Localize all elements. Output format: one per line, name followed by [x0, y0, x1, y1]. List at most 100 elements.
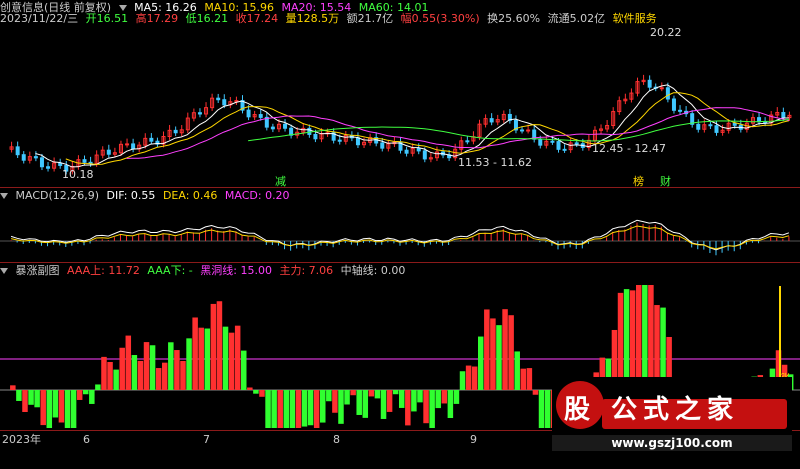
- candle: [526, 129, 531, 132]
- sub-bar: [344, 390, 350, 405]
- sub-bar: [453, 390, 460, 404]
- sub-bar: [459, 371, 466, 390]
- sub-bar: [636, 285, 642, 390]
- sub-bar: [368, 390, 375, 397]
- candle: [106, 149, 111, 155]
- sub-bar: [70, 390, 77, 428]
- candle: [708, 124, 713, 127]
- candle: [550, 140, 555, 143]
- candle: [489, 118, 494, 123]
- candle: [520, 129, 525, 132]
- candle: [246, 109, 251, 118]
- quote-sector[interactable]: 软件服务: [613, 12, 657, 25]
- candle: [380, 142, 385, 149]
- candle: [647, 79, 652, 88]
- candle: [416, 148, 421, 152]
- dropdown-icon[interactable]: [118, 5, 127, 11]
- macd-value: MACD: 0.20: [224, 189, 290, 202]
- sub-title: 暴涨副图: [15, 264, 60, 277]
- candle: [313, 133, 318, 140]
- kline-chart[interactable]: [0, 26, 800, 186]
- sub-bar: [350, 390, 356, 396]
- quote-date: 2023/11/22/三: [0, 12, 79, 25]
- candle: [422, 150, 427, 160]
- quote-volume: 量128.5万: [285, 12, 340, 25]
- sub-bar: [502, 309, 508, 390]
- watermark-url: www.gszj100.com: [552, 435, 792, 451]
- sub-header: 暴涨副图 AAA上: 11.72 AAA下: - 黑洞线: 15.00 主力: …: [0, 264, 409, 278]
- sub-bar: [508, 315, 514, 390]
- candle: [781, 112, 786, 119]
- sub-bar: [241, 350, 247, 390]
- panel-divider: [0, 262, 800, 263]
- quote-float: 流通5.02亿: [547, 12, 606, 25]
- candle: [574, 142, 579, 145]
- sub-dropdown-icon[interactable]: [0, 268, 8, 274]
- sub-bar: [289, 390, 296, 428]
- candle: [173, 129, 178, 134]
- sub-aaa-up: AAA上: 11.72: [67, 264, 140, 277]
- sub-bar: [83, 390, 89, 395]
- sub-bar: [301, 390, 308, 427]
- candle: [39, 157, 44, 168]
- sub-bar: [283, 390, 290, 428]
- candle: [659, 87, 664, 90]
- sub-bar: [307, 390, 314, 426]
- quote-amount: 额21.7亿: [346, 12, 394, 25]
- sub-bar: [131, 355, 138, 390]
- candle: [763, 121, 768, 124]
- sub-bar: [399, 390, 405, 408]
- sub-bar: [478, 336, 484, 390]
- sub-bar: [149, 345, 156, 390]
- sub-bar: [119, 347, 125, 390]
- sub-bar: [46, 390, 53, 428]
- sub-bar: [10, 385, 16, 390]
- candle: [125, 143, 130, 146]
- sub-bar: [107, 362, 113, 390]
- macd-chart[interactable]: [0, 203, 800, 261]
- sub-bar: [40, 390, 46, 426]
- sub-bar: [429, 390, 435, 428]
- sub-bar: [113, 369, 119, 390]
- candle: [197, 112, 202, 115]
- candle: [355, 137, 360, 146]
- sub-bar: [411, 390, 417, 412]
- axis-label-year: 2023年: [2, 433, 41, 446]
- sub-bar: [186, 338, 192, 390]
- sub-bar: [277, 390, 283, 428]
- sub-bar: [326, 390, 332, 402]
- range-label-1: 11.53 - 11.62: [458, 156, 532, 169]
- candle: [222, 99, 227, 106]
- macd-dropdown-icon[interactable]: [0, 193, 8, 199]
- sub-bar: [380, 390, 387, 419]
- sub-bar: [471, 366, 478, 390]
- candle: [465, 140, 470, 143]
- sub-bar: [356, 390, 362, 415]
- candle: [21, 154, 26, 161]
- sub-bar: [648, 285, 654, 390]
- watermark-logo-text: 股 公式之家: [564, 395, 740, 425]
- sub-bar: [234, 325, 241, 390]
- sub-bar: [198, 327, 204, 390]
- macd-dif: DIF: 0.55: [106, 189, 156, 202]
- sub-bar: [526, 368, 533, 390]
- sub-main: 主力: 7.06: [279, 264, 334, 277]
- quote-high: 高17.29: [135, 12, 179, 25]
- sub-bar: [89, 390, 95, 404]
- sub-bar: [210, 303, 217, 390]
- quote-change: 幅0.55(3.30%): [400, 12, 480, 25]
- sub-bar: [22, 390, 28, 412]
- candle: [556, 141, 561, 150]
- sub-bar: [623, 289, 630, 390]
- sub-bar: [441, 390, 448, 404]
- sub-bar: [16, 390, 22, 401]
- candle: [732, 122, 737, 126]
- candle: [678, 109, 683, 112]
- sub-aaa-down: AAA下: -: [147, 264, 193, 277]
- sub-bar: [484, 309, 490, 390]
- sub-bar: [125, 335, 132, 390]
- sub-bar: [374, 390, 381, 399]
- sub-blackhole: 黑洞线: 15.00: [200, 264, 272, 277]
- sub-bar: [496, 325, 502, 390]
- sub-bar: [95, 384, 101, 390]
